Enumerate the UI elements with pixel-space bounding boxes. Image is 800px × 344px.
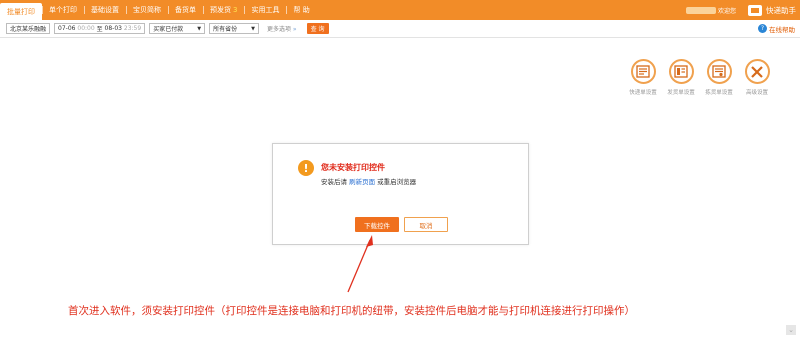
annotation-arrow [347, 235, 373, 293]
app-window: 批量打印 单个打印 基础设置 宝贝简称 备货单 预发货 3 实用工具 帮 助 欢迎… [0, 0, 800, 344]
annotation-text: 首次进入软件，须安装打印控件（打印控件是连接电脑和打印机的纽带，安装控件后电脑才… [68, 305, 635, 317]
scroll-down-icon[interactable]: ⌄ [786, 325, 796, 335]
